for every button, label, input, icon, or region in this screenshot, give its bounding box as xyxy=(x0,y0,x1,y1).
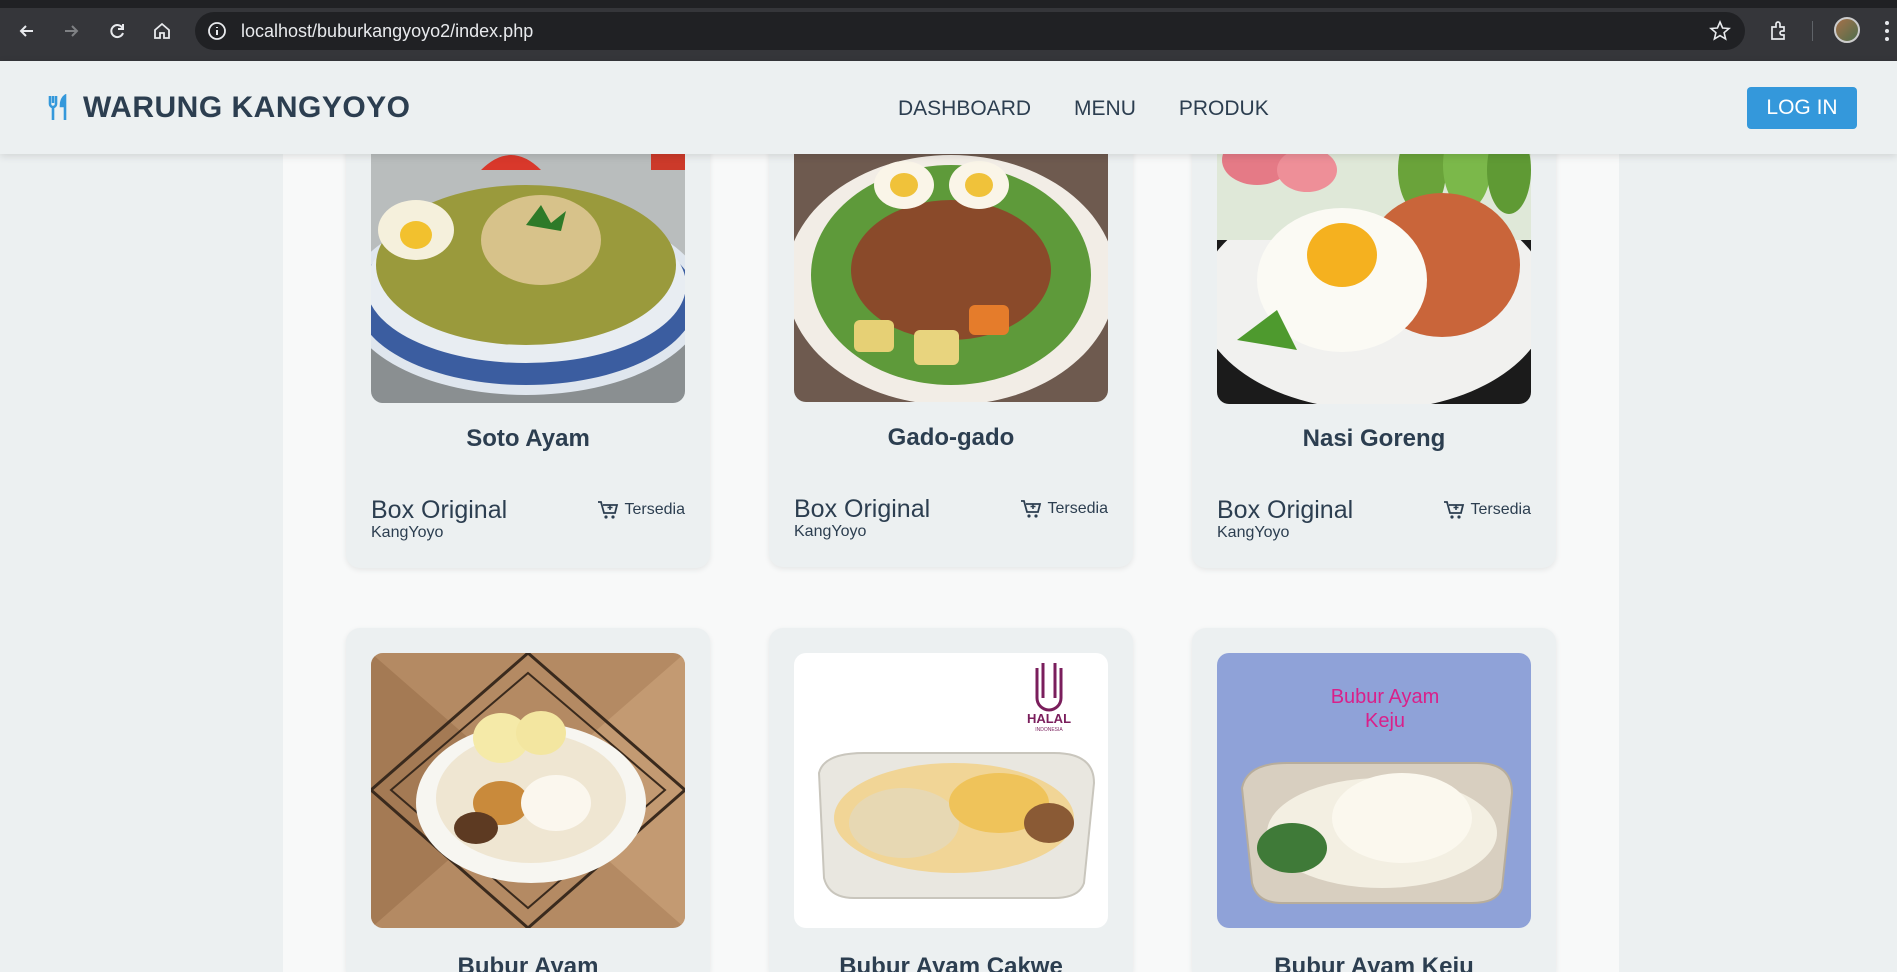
stock-status: Tersedia xyxy=(1020,499,1108,519)
product-card[interactable]: Bubur Ayam xyxy=(346,628,710,972)
home-button[interactable] xyxy=(147,16,177,46)
brand-name: WARUNG KANGYOYO xyxy=(83,91,411,124)
stock-label: Tersedia xyxy=(1470,501,1531,518)
product-card[interactable]: Soto Ayam Box Original KangYoyo Tersedia xyxy=(346,130,710,568)
more-options-icon[interactable] xyxy=(1884,20,1890,42)
box-label: Box Original xyxy=(371,496,508,524)
back-button[interactable] xyxy=(12,16,42,46)
product-name: Bubur Ayam Keju xyxy=(1274,953,1474,972)
stock-label: Tersedia xyxy=(1047,500,1108,517)
tab-strip xyxy=(0,0,1897,8)
reload-icon xyxy=(110,24,124,39)
cart-plus-icon xyxy=(1443,501,1464,519)
product-image: HALAL INDONESIA xyxy=(794,653,1108,928)
bubur-ayam-cakwe-image: HALAL INDONESIA xyxy=(794,653,1108,928)
cart-plus-icon xyxy=(1020,500,1041,518)
forward-button[interactable] xyxy=(56,16,86,46)
cart-plus-icon xyxy=(597,501,618,519)
product-card[interactable]: Nasi Goreng Box Original KangYoyo Tersed… xyxy=(1192,130,1556,568)
stock-status: Tersedia xyxy=(1443,500,1531,520)
product-image xyxy=(1217,130,1531,404)
box-label: Box Original xyxy=(794,495,931,523)
reload-button[interactable] xyxy=(102,16,132,46)
site-header: WARUNG KANGYOYO DASHBOARD MENU PRODUK LO… xyxy=(0,61,1897,154)
halal-badge-sub: INDONESIA xyxy=(1035,727,1063,733)
arrow-left-icon xyxy=(19,25,33,37)
nasi-goreng-image xyxy=(1217,130,1531,404)
utensils-icon xyxy=(48,94,67,120)
product-card[interactable]: Bubur Ayam Keju Bubur Ayam Keju xyxy=(1192,628,1556,972)
product-image xyxy=(371,130,685,403)
profile-avatar[interactable] xyxy=(1834,17,1860,43)
box-label: Box Original xyxy=(1217,496,1354,524)
product-image: Bubur Ayam Keju xyxy=(1217,653,1531,928)
extensions-icon[interactable] xyxy=(1767,19,1791,43)
login-button[interactable]: LOG IN xyxy=(1747,87,1857,129)
arrow-right-icon xyxy=(65,25,79,37)
nav-menu[interactable]: MENU xyxy=(1074,97,1136,121)
product-name: Bubur Ayam Cakwe xyxy=(839,953,1063,972)
product-name: Nasi Goreng xyxy=(1302,425,1446,452)
brand-label: KangYoyo xyxy=(1217,524,1290,541)
product-image xyxy=(794,130,1108,402)
brand-label: KangYoyo xyxy=(371,524,444,541)
product-name: Soto Ayam xyxy=(466,425,590,452)
stock-label: Tersedia xyxy=(624,501,685,518)
bubur-ayam-image xyxy=(371,653,685,928)
halal-badge: HALAL xyxy=(1027,711,1071,726)
product-card[interactable]: Gado-gado Box Original KangYoyo Tersedia xyxy=(769,130,1133,567)
nav-produk[interactable]: PRODUK xyxy=(1179,97,1269,121)
brand[interactable]: WARUNG KANGYOYO xyxy=(47,91,411,125)
gado-gado-image xyxy=(794,130,1108,402)
url-text: localhost/buburkangyoyo2/index.php xyxy=(241,21,534,41)
address-bar[interactable]: localhost/buburkangyoyo2/index.php xyxy=(195,12,1745,50)
bookmark-star-icon[interactable] xyxy=(1709,20,1731,42)
product-name: Gado-gado xyxy=(887,424,1015,451)
bubur-ayam-keju-image: Bubur Ayam Keju xyxy=(1217,653,1531,928)
stock-status: Tersedia xyxy=(597,500,685,520)
nav-dashboard[interactable]: DASHBOARD xyxy=(898,97,1031,121)
soto-ayam-image xyxy=(371,130,685,403)
toolbar-divider xyxy=(1812,21,1813,41)
browser-chrome: localhost/buburkangyoyo2/index.php xyxy=(0,0,1897,61)
main-nav: DASHBOARD MENU PRODUK xyxy=(898,97,1269,121)
overlay-line: Bubur Ayam xyxy=(1331,686,1440,708)
product-card[interactable]: HALAL INDONESIA Bubur Ayam Cakwe xyxy=(769,628,1133,972)
overlay-line: Keju xyxy=(1365,710,1405,732)
product-name: Bubur Ayam xyxy=(457,953,599,972)
brand-label: KangYoyo xyxy=(794,523,867,540)
info-icon[interactable] xyxy=(207,21,227,41)
home-icon xyxy=(154,22,170,39)
product-image xyxy=(371,653,685,928)
